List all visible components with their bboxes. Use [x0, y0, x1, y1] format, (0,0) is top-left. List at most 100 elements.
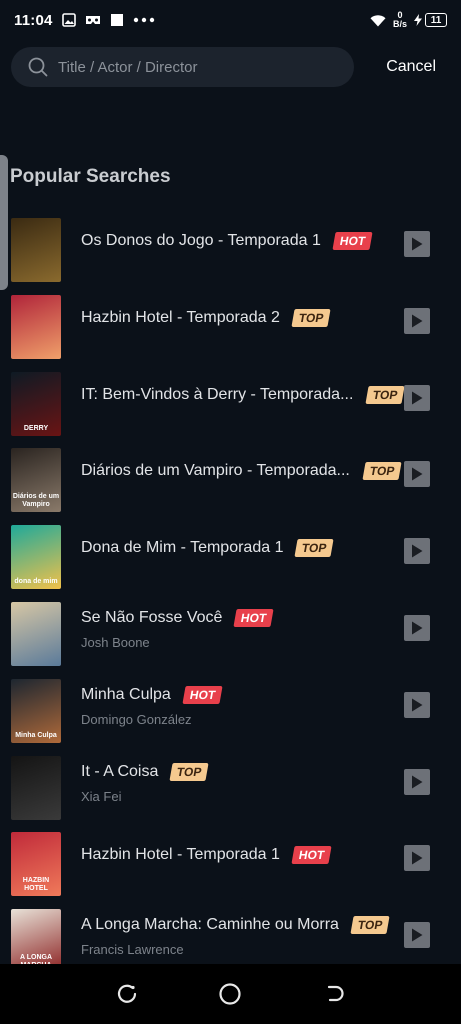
gallery-icon	[61, 13, 76, 27]
list-item[interactable]: Se Não Fosse Você HOT Josh Boone	[0, 596, 461, 673]
play-button[interactable]	[404, 691, 430, 718]
play-icon	[412, 698, 423, 712]
play-button[interactable]	[404, 307, 430, 334]
top-badge: TOP	[350, 916, 390, 935]
play-icon	[412, 237, 423, 251]
item-director: Xia Fei	[81, 788, 122, 804]
wifi-icon	[370, 14, 386, 27]
poster-thumbnail[interactable]	[11, 294, 61, 359]
play-button[interactable]	[404, 768, 430, 795]
play-icon	[412, 621, 423, 635]
item-title-line: A Longa Marcha: Caminhe ou Morra TOP	[81, 916, 390, 935]
list-item[interactable]: Diários de um Vampiro Diários de um Vampi…	[0, 442, 461, 519]
poster-thumbnail[interactable]: DERRY	[11, 371, 61, 436]
hot-badge: HOT	[291, 846, 332, 865]
search-input[interactable]	[58, 58, 328, 76]
item-title-line: Dona de Mim - Temporada 1 TOP	[81, 539, 335, 558]
section-title: Popular Searches	[10, 166, 171, 187]
item-title[interactable]: IT: Bem-Vindos à Derry - Temporada...	[81, 386, 353, 404]
top-badge: TOP	[362, 462, 402, 481]
item-title[interactable]: Hazbin Hotel - Temporada 2	[81, 309, 280, 327]
item-director: Domingo González	[81, 711, 192, 727]
item-title-line: Diários de um Vampiro - Temporada... TOP	[81, 462, 402, 481]
play-icon	[412, 467, 423, 481]
poster-thumbnail[interactable]	[11, 601, 61, 666]
poster-title-text: Minha Culpa	[15, 731, 57, 739]
poster-thumbnail[interactable]: Minha Culpa	[11, 678, 61, 743]
search-box[interactable]	[11, 47, 354, 87]
status-time: 11:04	[14, 11, 53, 29]
item-title[interactable]: A Longa Marcha: Caminhe ou Morra	[81, 916, 339, 934]
play-button[interactable]	[404, 231, 430, 257]
play-button[interactable]	[404, 845, 430, 872]
poster-title-text: Diários de um Vampiro	[12, 493, 60, 509]
poster-thumbnail[interactable]: dona de mim	[11, 525, 61, 590]
item-title[interactable]: Dona de Mim - Temporada 1	[81, 539, 283, 557]
network-speed: 0 B/s	[393, 11, 407, 29]
status-left: 11:04	[14, 12, 155, 29]
cancel-button[interactable]: Cancel	[386, 58, 451, 76]
search-row: Cancel	[11, 47, 451, 87]
item-title[interactable]: Os Donos do Jogo - Temporada 1	[81, 232, 321, 250]
item-title-line: Se Não Fosse Você HOT	[81, 608, 275, 627]
back-arrow-icon	[323, 983, 345, 1005]
recent-apps-icon	[116, 983, 138, 1005]
poster-thumbnail[interactable]	[11, 755, 61, 820]
back-button[interactable]	[314, 974, 354, 1014]
top-badge: TOP	[291, 308, 331, 327]
item-director: Francis Lawrence	[81, 942, 184, 958]
top-badge: TOP	[294, 539, 335, 558]
item-title-line: Os Donos do Jogo - Temporada 1 HOT	[81, 232, 373, 250]
list-item[interactable]: Minha Culpa Minha Culpa HOT Domingo Gonzále…	[0, 673, 461, 750]
poster-title-text: dona de mim	[14, 578, 58, 586]
vr-headset-icon	[85, 14, 101, 26]
item-title-line: IT: Bem-Vindos à Derry - Temporada... TOP	[81, 385, 406, 404]
item-title-line: Minha Culpa HOT	[81, 685, 223, 704]
list-item[interactable]: It - A Coisa TOP Xia Fei	[0, 750, 461, 827]
list-item[interactable]: HAZBIN HOTEL Hazbin Hotel - Temporada 1 HO…	[0, 826, 461, 903]
play-button[interactable]	[404, 538, 430, 565]
play-icon	[412, 544, 423, 558]
white-square-icon	[110, 13, 124, 27]
list-item[interactable]: Os Donos do Jogo - Temporada 1 HOT	[0, 212, 461, 289]
network-speed-unit: B/s	[392, 19, 407, 29]
play-button[interactable]	[404, 461, 430, 488]
item-title[interactable]: Se Não Fosse Você	[81, 609, 222, 627]
item-title[interactable]: Diários de um Vampiro - Temporada...	[81, 462, 350, 480]
poster-thumbnail[interactable]	[11, 218, 61, 282]
poster-thumbnail[interactable]: HAZBIN HOTEL	[11, 832, 61, 897]
more-dots-icon	[133, 17, 155, 23]
status-bar: 11:04 0 B/s 11	[0, 0, 461, 40]
list-item[interactable]: dona de mim Dona de Mim - Temporada 1 TOP	[0, 519, 461, 596]
list-item[interactable]: Hazbin Hotel - Temporada 2 TOP	[0, 289, 461, 366]
play-icon	[412, 928, 423, 942]
play-button[interactable]	[404, 384, 430, 411]
play-icon	[412, 391, 423, 405]
play-icon	[412, 314, 423, 328]
top-badge: TOP	[365, 385, 406, 404]
play-button[interactable]	[404, 922, 430, 949]
search-icon	[28, 57, 48, 77]
play-icon	[412, 775, 423, 789]
item-title[interactable]: Minha Culpa	[81, 686, 171, 704]
item-title[interactable]: It - A Coisa	[81, 763, 158, 781]
system-nav-bar	[0, 964, 461, 1024]
home-button[interactable]	[210, 974, 250, 1014]
hot-badge: HOT	[182, 685, 223, 704]
play-button[interactable]	[404, 614, 430, 641]
list-item[interactable]: DERRY IT: Bem-Vindos à Derry - Temporada.…	[0, 366, 461, 443]
hot-badge: HOT	[332, 232, 373, 250]
recent-apps-button[interactable]	[107, 974, 147, 1014]
poster-title-text: HAZBIN HOTEL	[22, 877, 50, 893]
item-title-line: It - A Coisa TOP	[81, 762, 210, 781]
item-title[interactable]: Hazbin Hotel - Temporada 1	[81, 846, 280, 864]
play-icon	[412, 851, 423, 865]
charging-bolt-icon	[414, 14, 422, 26]
item-title-line: Hazbin Hotel - Temporada 2 TOP	[81, 308, 331, 327]
poster-thumbnail[interactable]: Diários de um Vampiro	[11, 448, 61, 513]
top-badge: TOP	[169, 762, 210, 781]
poster-title-text: DERRY	[23, 424, 49, 432]
battery: 11	[414, 13, 447, 27]
item-title-line: Hazbin Hotel - Temporada 1 HOT	[81, 846, 332, 865]
status-right: 0 B/s 11	[370, 11, 447, 29]
